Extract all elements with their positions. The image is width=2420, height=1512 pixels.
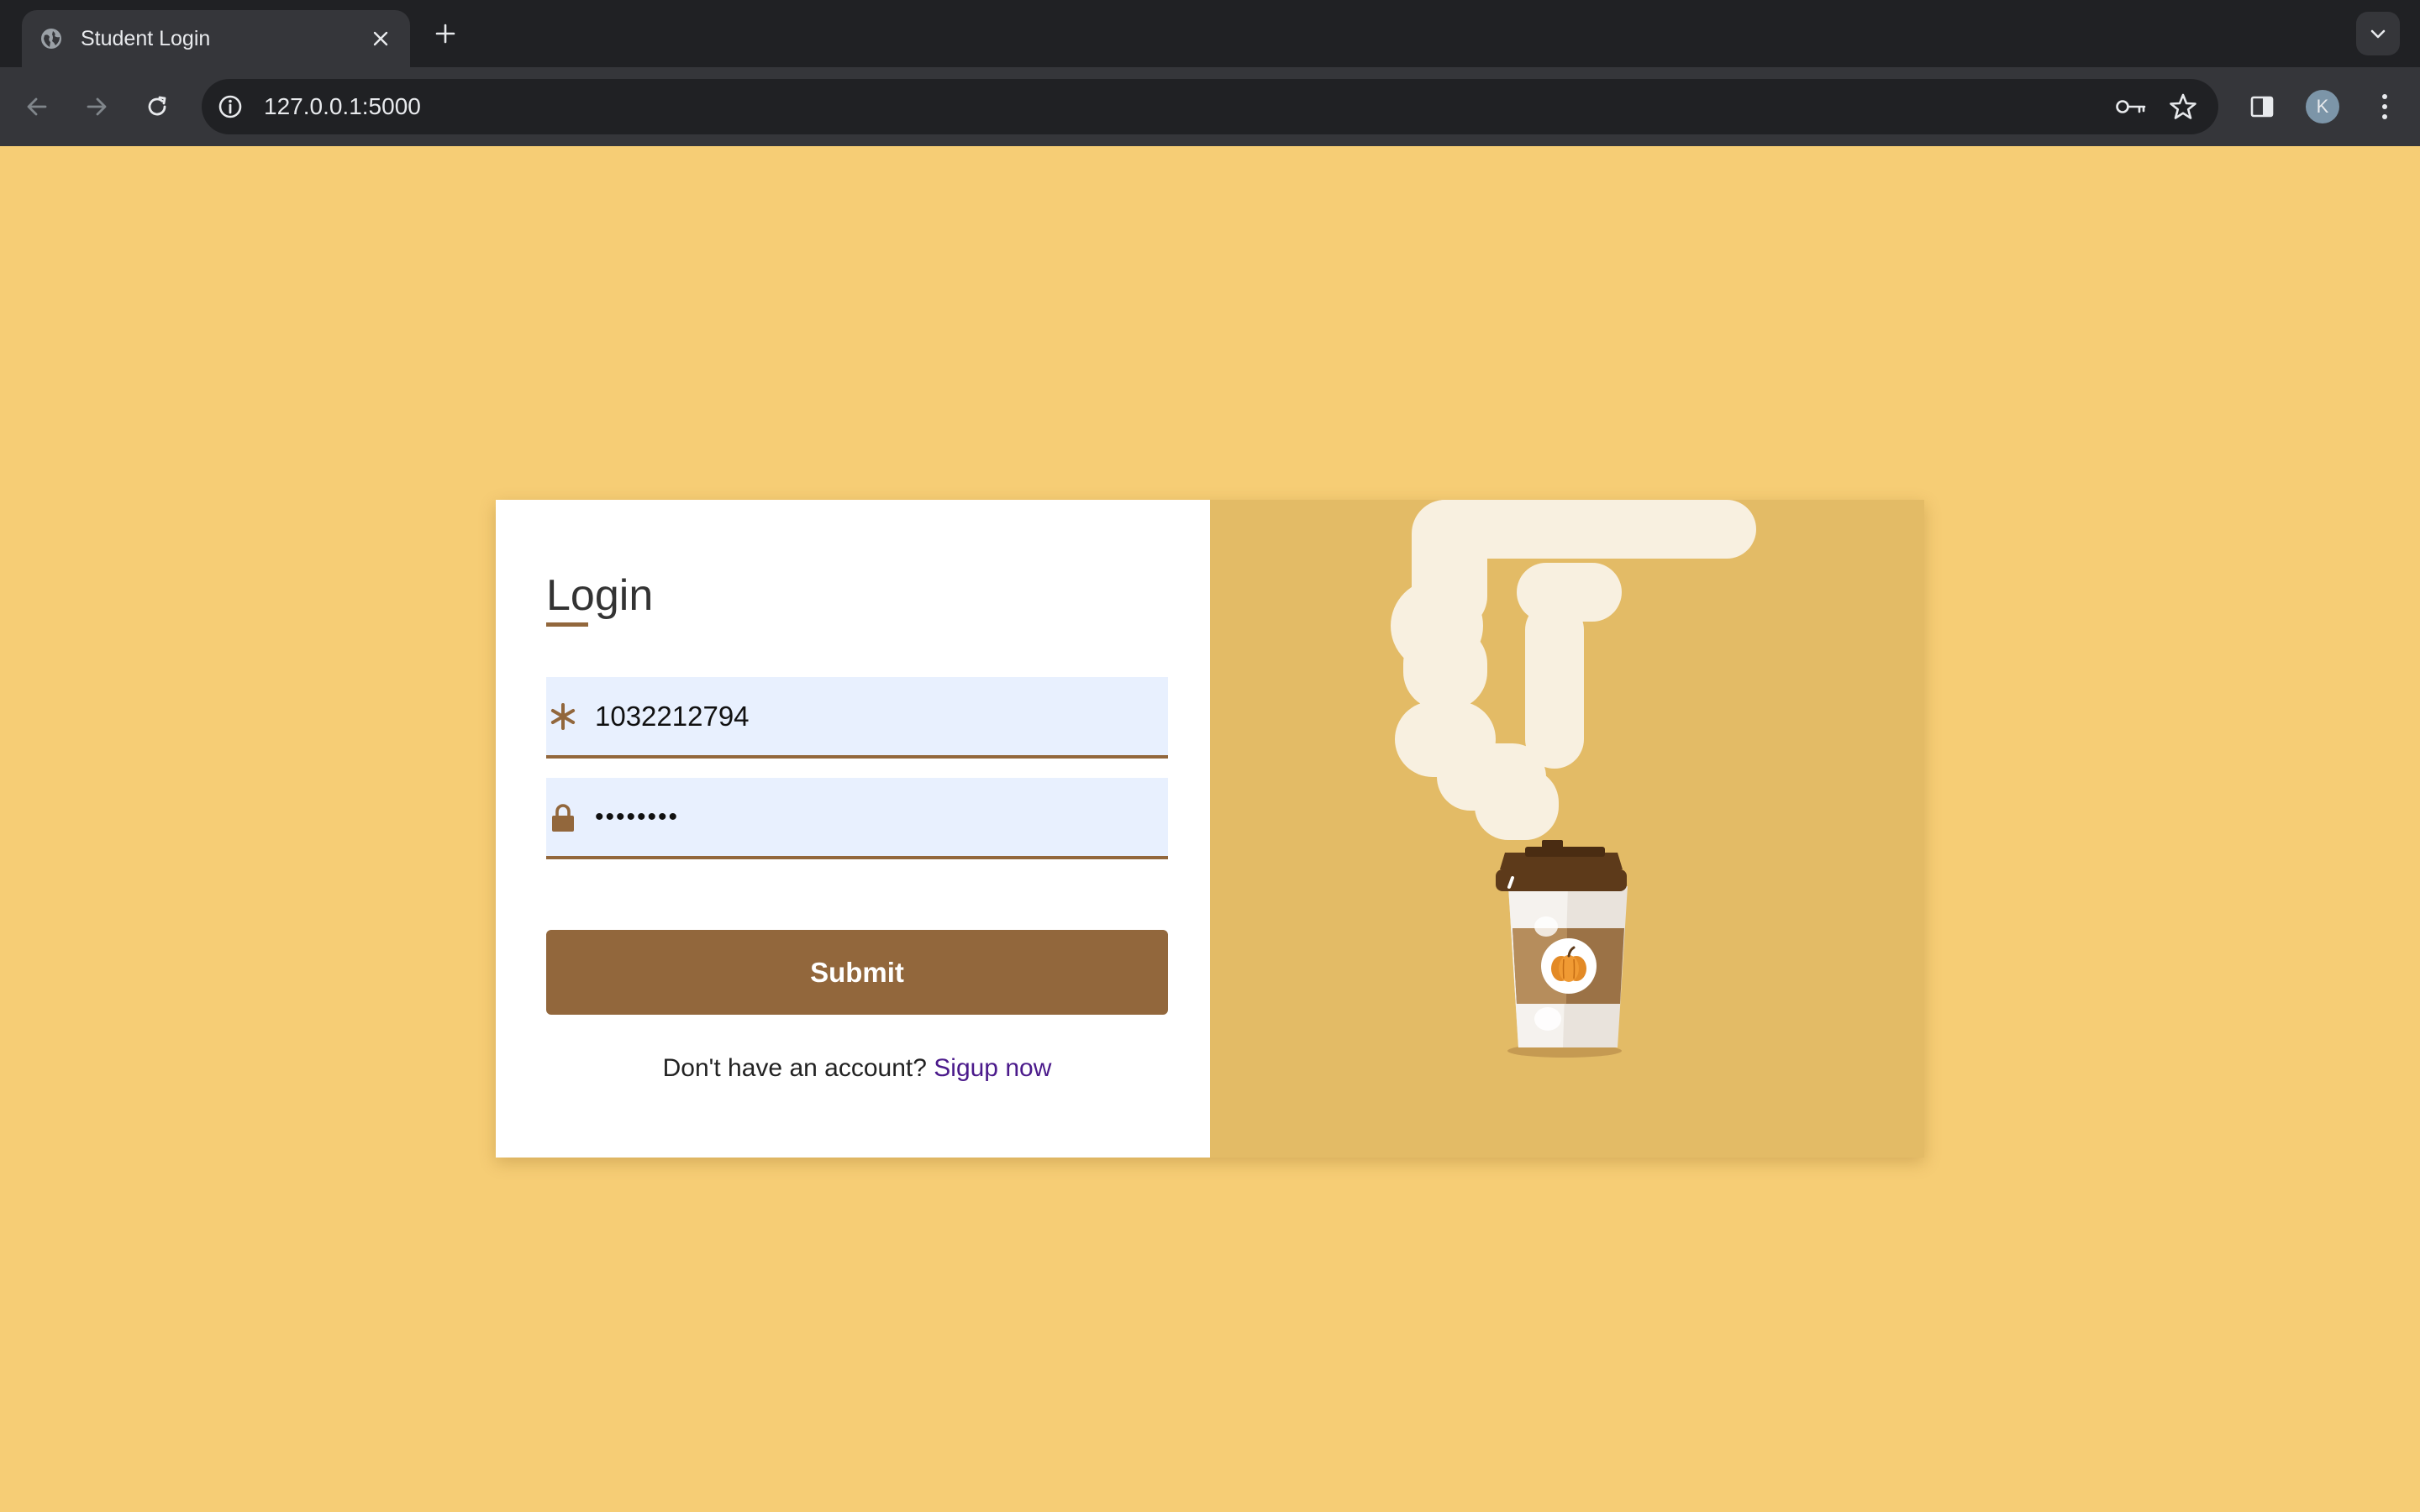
address-bar[interactable]: 127.0.0.1:5000 [202,79,2218,134]
title-underline [546,622,588,627]
info-icon[interactable] [213,90,247,123]
close-icon[interactable] [368,26,393,51]
tab-title: Student Login [81,26,211,50]
arrow-left-icon[interactable] [20,90,54,123]
side-panel-icon[interactable] [2245,90,2279,123]
login-card: Login Submit Don't have an account? Sigu… [496,500,1924,1158]
url-text[interactable]: 127.0.0.1:5000 [264,79,421,134]
username-field [546,677,1168,759]
submit-button[interactable]: Submit [546,930,1168,1015]
password-input[interactable] [595,778,1150,856]
browser-tab-strip: Student Login [0,0,2420,67]
login-form: Login Submit Don't have an account? Sigu… [496,500,1210,1158]
more-vert-icon[interactable] [2368,90,2402,123]
chevron-down-icon[interactable] [2356,12,2400,55]
page-title: Login [546,571,654,620]
illustration-panel [1210,500,1924,1158]
username-input[interactable] [595,677,1150,755]
asterisk-icon [546,677,580,755]
signup-prompt: Don't have an account? Sigup now [546,1054,1168,1083]
coffee-cup-illustration [1391,500,1756,1058]
globe-icon [39,26,64,51]
coffee-cup-icon [1496,840,1628,1058]
reload-icon[interactable] [140,90,174,123]
lock-icon [546,778,580,856]
plus-icon[interactable] [430,18,460,49]
browser-tab[interactable]: Student Login [22,10,410,67]
arrow-right-icon[interactable] [80,90,113,123]
browser-toolbar: 127.0.0.1:5000 K [0,67,2420,146]
star-icon[interactable] [2166,90,2200,123]
key-icon[interactable] [2114,92,2148,122]
profile-avatar[interactable]: K [2306,90,2339,123]
signup-link[interactable]: Sigup now [934,1054,1051,1082]
signup-prompt-text: Don't have an account? [662,1054,927,1082]
password-field [546,778,1168,859]
steam-icon [1391,500,1756,840]
